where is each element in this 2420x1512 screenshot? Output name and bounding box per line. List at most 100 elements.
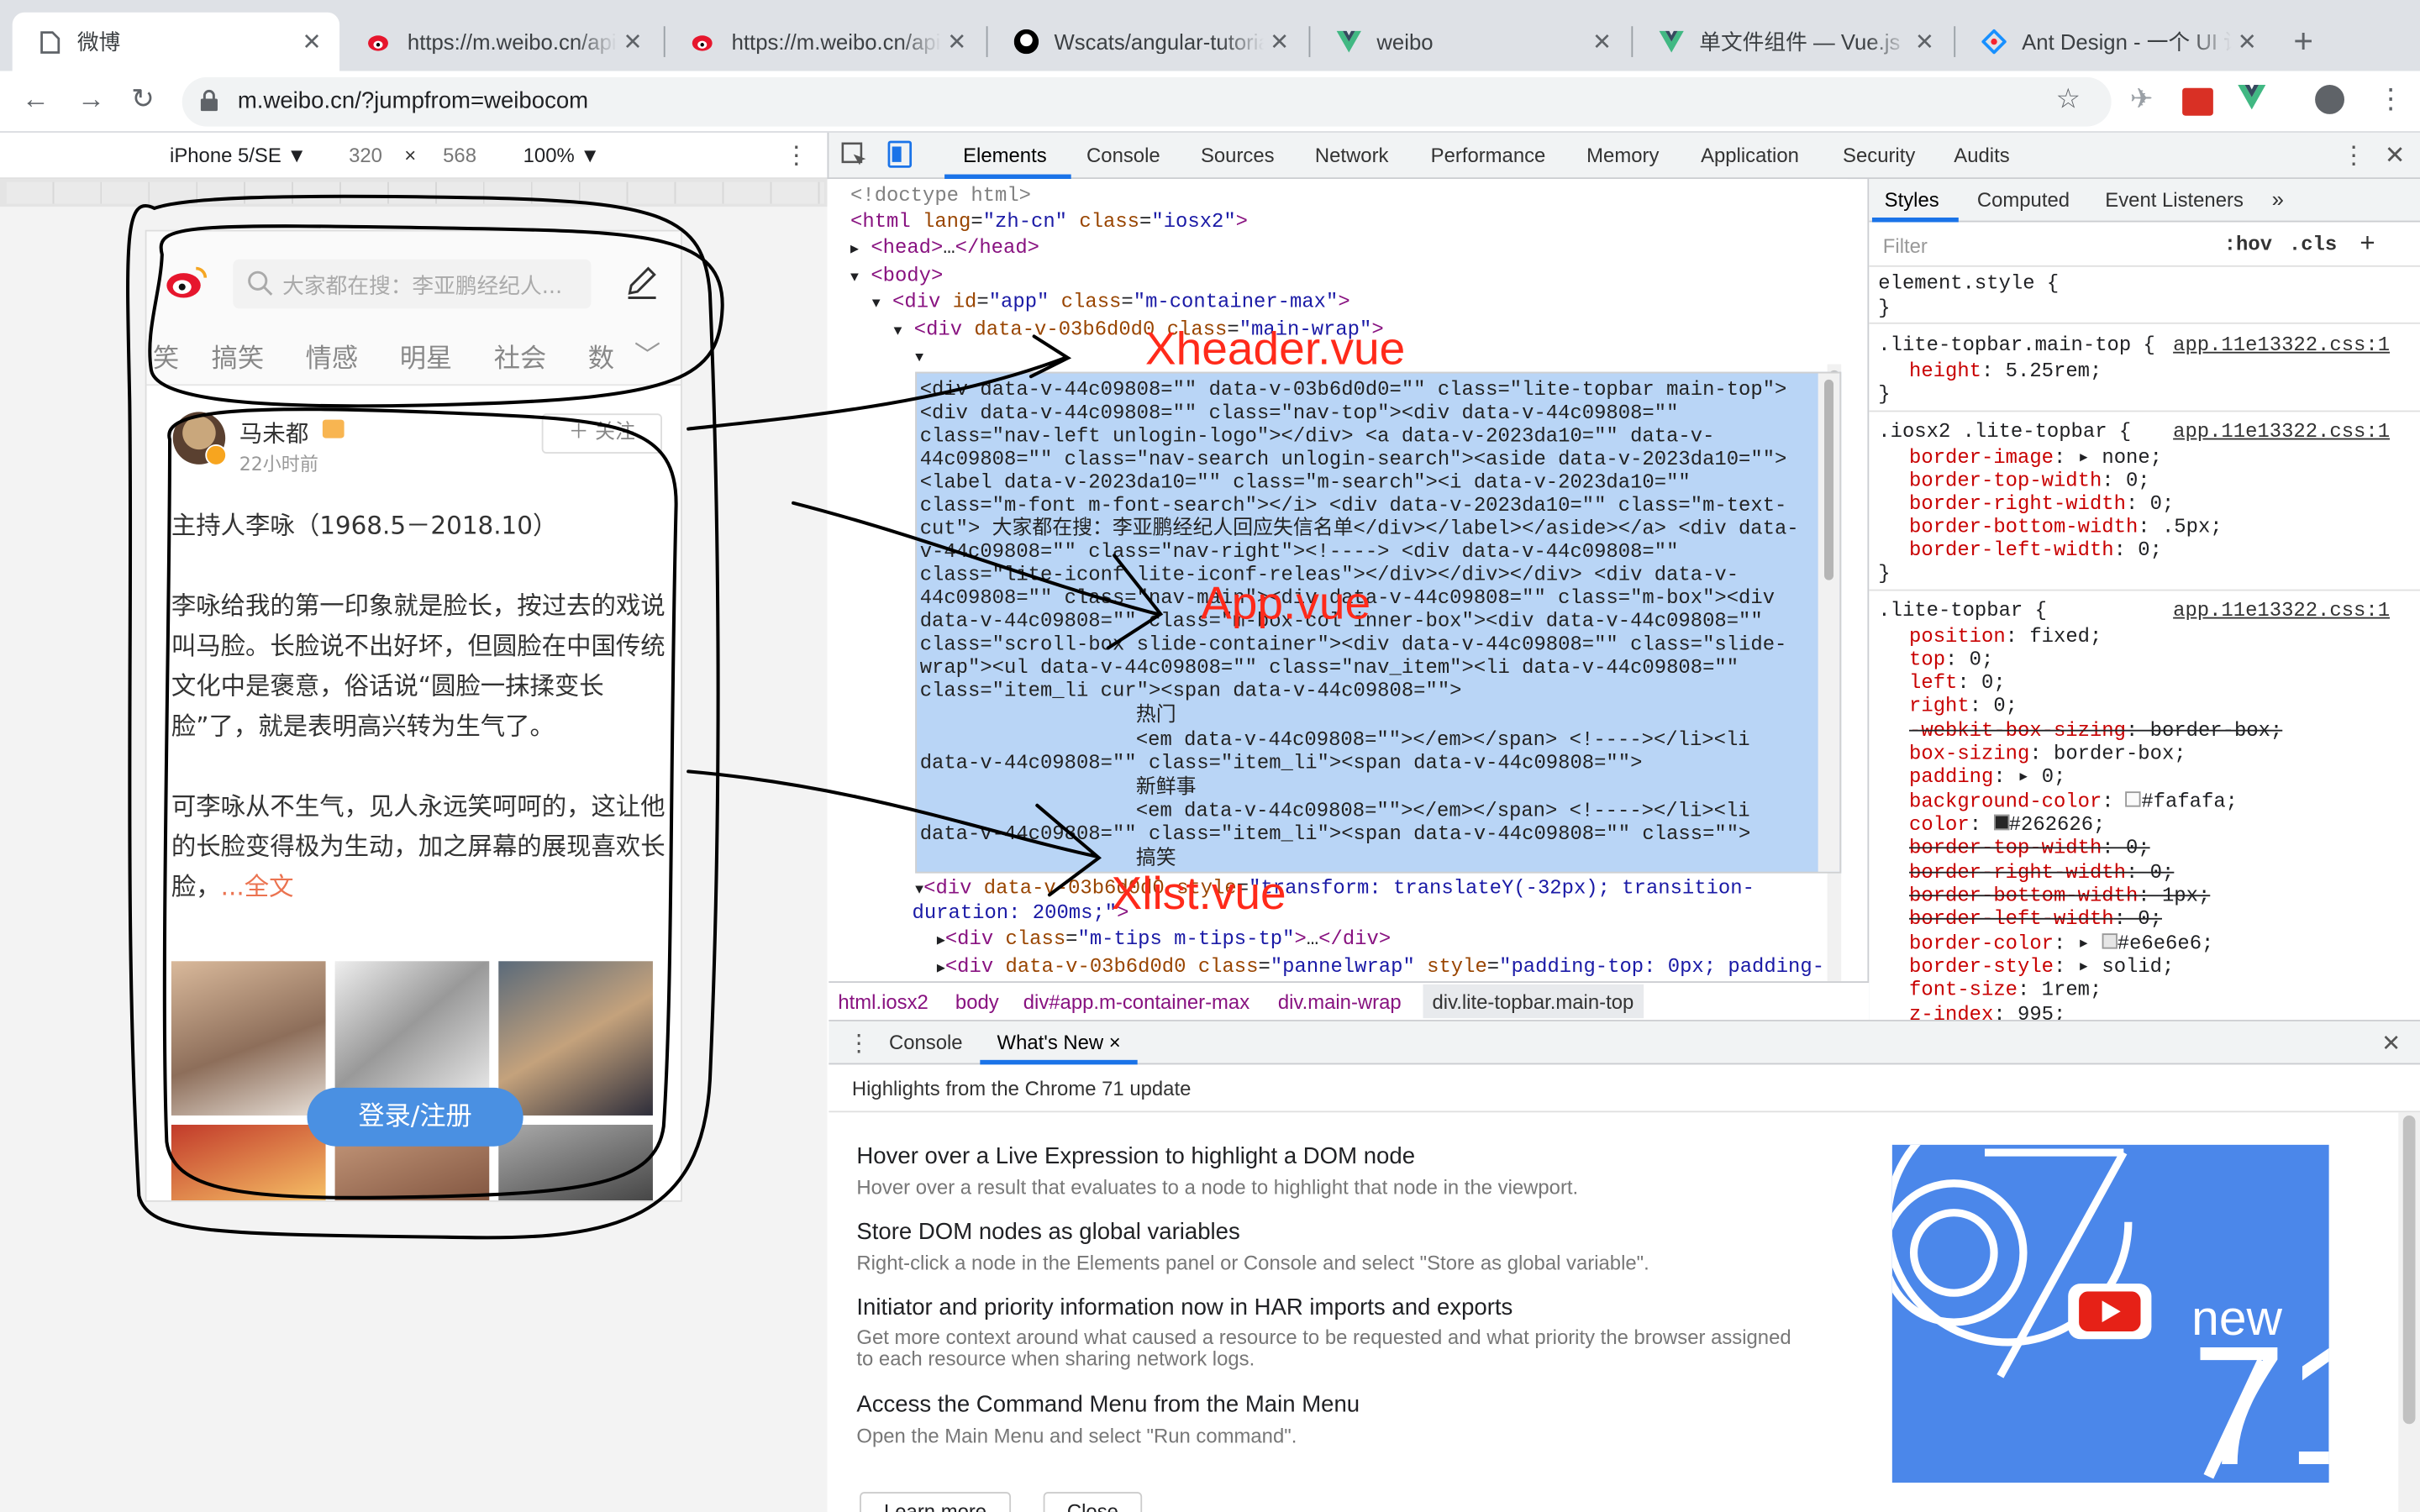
account-icon[interactable] (2315, 85, 2344, 114)
tab-application[interactable]: Application (1701, 144, 1799, 167)
cls-button[interactable]: .cls (2289, 233, 2337, 256)
chrome-71-promo[interactable]: new 71 (1891, 1144, 2329, 1483)
post-image[interactable] (171, 961, 326, 1116)
devtools-drawer: ⋮ Console What's New × ✕ Highlights from… (829, 1020, 2420, 1512)
learn-more-button[interactable]: Learn more (860, 1492, 1012, 1512)
extension-red-icon[interactable] (2182, 87, 2213, 116)
post-body: 主持人李咏（1968.5－2018.10） 李咏给我的第一印象就是脸长，按过去的… (171, 506, 666, 907)
close-tab-icon[interactable]: ✕ (2232, 28, 2263, 55)
tab-weibo-vue[interactable]: weibo ✕ (1312, 13, 1629, 71)
tab-audits[interactable]: Audits (1954, 144, 2009, 167)
devtools-tabbar: Elements Console Sources Network Perform… (827, 132, 2420, 180)
tab-styles[interactable]: Styles (1885, 188, 1939, 212)
crumb[interactable]: div.main-wrap (1278, 990, 1402, 1014)
tab-antd[interactable]: Ant Design - 一个 UI 设计 ✕ (1957, 13, 2275, 71)
document-icon (37, 29, 61, 54)
whats-new-heading: Highlights from the Chrome 71 update (851, 1077, 1192, 1100)
new-rule-icon[interactable]: + (2360, 228, 2375, 260)
close-tab-icon[interactable]: ✕ (1264, 28, 1295, 55)
play-icon[interactable] (2068, 1284, 2152, 1340)
close-tab-icon[interactable]: ✕ (618, 28, 649, 55)
crumb[interactable]: div#app.m-container-max (1023, 990, 1249, 1014)
close-tab-icon[interactable]: ✕ (1586, 28, 1618, 55)
github-icon (1013, 29, 1039, 55)
tab-event-listeners[interactable]: Event Listeners (2105, 188, 2244, 212)
drawer-scrollbar[interactable] (2398, 1112, 2420, 1512)
search-input[interactable]: 大家都在搜：李亚鹏经纪人... (233, 259, 592, 309)
tab-console[interactable]: Console (1086, 144, 1160, 167)
close-tab-icon[interactable]: ✕ (297, 28, 328, 55)
menu-icon[interactable]: ⋮ (2377, 83, 2405, 116)
weibo-logo-icon[interactable] (166, 265, 208, 307)
tab-api-1[interactable]: https://m.weibo.cn/api ✕ (343, 13, 660, 71)
more-tabs-icon[interactable]: » (2272, 186, 2284, 211)
tab-network[interactable]: Network (1315, 144, 1389, 167)
device-select[interactable]: iPhone 5/SE ▼ (170, 144, 307, 167)
drawer-tab-console[interactable]: Console (889, 1031, 963, 1054)
drawer-tab-whats-new[interactable]: What's New × (997, 1031, 1121, 1054)
channel-item[interactable]: 数 (588, 336, 614, 375)
extension-plane-icon[interactable]: ✈ (2130, 83, 2154, 116)
author-name[interactable]: 马未都 (239, 417, 309, 449)
read-more-link[interactable]: ...全文 (221, 872, 294, 901)
search-icon (247, 270, 273, 303)
channel-item[interactable]: 明星 (400, 336, 452, 375)
address-bar[interactable]: m.weibo.cn/?jumpfrom=weibocom ☆ (182, 76, 2112, 127)
reload-icon[interactable]: ↻ (131, 83, 155, 116)
close-devtools-icon[interactable]: ✕ (2385, 140, 2406, 171)
new-tab-icon[interactable]: + (2293, 22, 2313, 62)
post-image[interactable] (498, 961, 653, 1116)
close-drawer-icon[interactable]: ✕ (2381, 1029, 2401, 1057)
vue-devtools-icon[interactable] (2238, 85, 2266, 118)
tab-performance[interactable]: Performance (1431, 144, 1546, 167)
back-icon[interactable]: ← (22, 83, 50, 116)
device-height[interactable]: 568 (443, 144, 476, 167)
post-image[interactable] (171, 1124, 326, 1200)
editor-scrollbar[interactable] (1818, 373, 1840, 872)
follow-button[interactable]: ＋ 关注 (541, 413, 662, 454)
tab-sources[interactable]: Sources (1201, 144, 1275, 167)
tab-vue-sfc[interactable]: 单文件组件 — Vue.js ✕ (1634, 13, 1952, 71)
close-button[interactable]: Close (1043, 1492, 1143, 1512)
devtools-menu-icon[interactable]: ⋮ (2341, 140, 2365, 171)
drawer-menu-icon[interactable]: ⋮ (847, 1029, 871, 1057)
news-desc: Hover over a result that evaluates to a … (856, 1175, 1579, 1200)
close-tab-icon[interactable]: ✕ (941, 28, 972, 55)
tab-elements[interactable]: Elements (963, 144, 1047, 167)
tab-weibo[interactable]: 微博 ✕ (12, 12, 340, 71)
crumb[interactable]: html.iosx2 (838, 990, 929, 1014)
inspect-element-icon[interactable] (841, 142, 867, 176)
forward-icon[interactable]: → (77, 83, 105, 116)
news-desc: Open the Main Menu and select "Run comma… (856, 1424, 1297, 1447)
verified-badge-icon (205, 444, 227, 466)
zoom-select[interactable]: 100% ▼ (523, 144, 600, 167)
styles-filter-input[interactable]: Filter (1883, 234, 1928, 258)
channel-item[interactable]: 社会 (494, 336, 546, 375)
channel-item[interactable]: 情感 (306, 336, 358, 375)
device-menu-icon[interactable]: ⋮ (784, 140, 808, 171)
login-register-button[interactable]: 登录/注册 (307, 1087, 523, 1147)
channel-item[interactable]: 搞笑 (212, 336, 264, 375)
url-text: m.weibo.cn/?jumpfrom=weibocom (237, 87, 589, 114)
tab-computed[interactable]: Computed (1977, 188, 2070, 212)
chevron-down-icon[interactable]: ﹀ (634, 333, 660, 372)
channel-item[interactable]: 笑 (153, 336, 179, 375)
device-width[interactable]: 320 (349, 144, 382, 167)
tab-memory[interactable]: Memory (1586, 144, 1659, 167)
tab-security[interactable]: Security (1843, 144, 1915, 167)
media-query-ruler (0, 179, 828, 207)
hov-button[interactable]: :hov (2224, 233, 2272, 256)
close-tab-icon[interactable]: ✕ (1909, 28, 1940, 55)
compose-icon[interactable] (625, 265, 659, 307)
crumb[interactable]: body (955, 990, 999, 1014)
star-icon[interactable]: ☆ (2056, 83, 2081, 116)
annotation-app: App.vue (1200, 578, 1371, 630)
tab-api-2[interactable]: https://m.weibo.cn/api ✕ (666, 13, 984, 71)
annotation-xheader: Xheader.vue (1144, 323, 1406, 375)
tab-github[interactable]: Wscats/angular-tutorial ✕ (989, 13, 1307, 71)
device-toggle-icon[interactable] (887, 140, 913, 176)
antd-icon (1981, 29, 2007, 55)
tab-strip: 微博 ✕ https://m.weibo.cn/api ✕ https://m.… (0, 0, 2420, 71)
crumb-selected[interactable]: div.lite-topbar.main-top (1423, 984, 1644, 1019)
post-image[interactable] (498, 1124, 653, 1200)
